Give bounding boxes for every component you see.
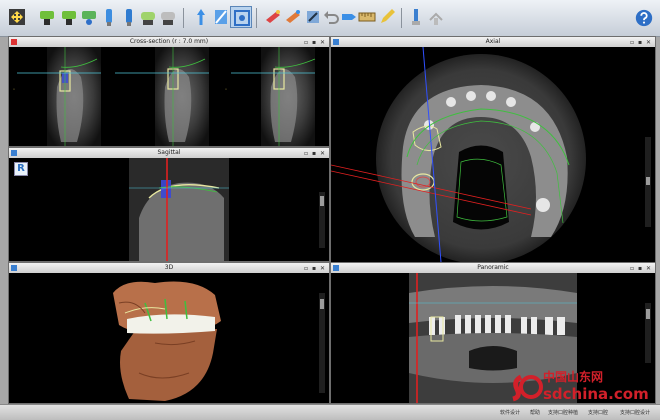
status-item: 支持口腔设计 [620,410,651,416]
status-item: 软件设计 [500,410,521,416]
cross-section-slice [231,47,316,146]
measure-icon[interactable] [356,6,378,28]
sleeve-icon[interactable] [157,6,179,28]
status-bar: 软件设计 帮助 支持口腔种植 支持口腔 支持口腔设计 [0,404,660,420]
volume-3d-pane[interactable]: 3D ▫ ▪ ✕ [8,262,330,404]
green-drill-icon[interactable] [78,6,100,28]
export-icon[interactable] [425,6,447,28]
pane-title: Panoramic [477,264,509,271]
cross-section-slice [17,47,101,146]
panoramic-scrollbar[interactable] [645,303,651,363]
panoramic-pane[interactable]: Panoramic ▫ ▪ ✕ 中国山东网 sdchina.com [330,262,656,404]
pane-title-bar: Sagittal ▫ ▪ ✕ [9,148,329,158]
axial-ct-image[interactable] [331,47,655,262]
watermark-cn: 中国山东网 [543,369,603,384]
pane-window-controls[interactable]: ▫ ▪ ✕ [304,264,326,274]
axial-pane[interactable]: Axial ▫ ▪ ✕ [330,36,656,263]
status-item: 帮助 [530,410,541,416]
pane-color-marker [11,39,17,45]
pane-window-controls[interactable]: ▫ ▪ ✕ [304,149,326,159]
site-watermark-logo: 中国山东网 sdchina.com [509,367,655,403]
cut-icon[interactable] [210,6,232,28]
pane-title-bar: Panoramic ▫ ▪ ✕ [331,263,655,273]
pane-title-bar: 3D ▫ ▪ ✕ [9,263,329,273]
pane-title-bar: Axial ▫ ▪ ✕ [331,37,655,47]
sagittal-pane[interactable]: Sagittal ▫ ▪ ✕ R [8,147,330,262]
pane-title: Axial [485,38,501,45]
pane-title: 3D [164,264,174,271]
pointer-icon[interactable] [190,6,212,28]
sagittal-scrollbar[interactable] [319,192,325,248]
tool-icon[interactable] [262,6,284,28]
toolbar-separator [256,8,257,28]
sagittal-ct-image[interactable] [129,158,229,261]
cross-section-slice [115,47,209,146]
main-toolbar [0,0,660,37]
green-drill-icon[interactable] [58,6,80,28]
edit-icon[interactable] [376,6,398,28]
cross-section-images[interactable] [9,47,329,146]
status-item: 支持口腔 [588,410,609,416]
sleeve-icon[interactable] [137,6,159,28]
pane-color-marker [333,265,339,271]
status-item: 支持口腔种植 [548,410,579,416]
pane-window-controls[interactable]: ▫ ▪ ✕ [630,264,652,274]
drill-guide-icon[interactable] [405,6,427,28]
move-mode-icon[interactable] [6,6,28,28]
axial-scrollbar[interactable] [645,137,651,227]
cross-section-pane[interactable]: Cross-section (r : 7.0 mm) ▫ ▪ ✕ ◦ ◦ [8,36,330,147]
focus-icon[interactable] [230,6,252,28]
pane-title-bar: Cross-section (r : 7.0 mm) ▫ ▪ ✕ [9,37,329,47]
tool-icon[interactable] [282,6,304,28]
implant-icon[interactable] [98,6,120,28]
green-drill-icon[interactable] [36,6,58,28]
toolbar-separator [183,8,184,28]
pane-title: Cross-section (r : 7.0 mm) [129,38,209,45]
help-icon[interactable] [634,8,654,28]
pane-color-marker [333,39,339,45]
toolbar-separator [401,8,402,28]
right-side-badge: R [14,162,28,176]
watermark-brand: sdchina.com [543,385,649,403]
3d-scrollbar[interactable] [319,293,325,393]
pane-title: Sagittal [157,149,181,156]
3d-bone-render[interactable] [105,273,235,403]
pane-color-marker [11,265,17,271]
pane-color-marker [11,150,17,156]
